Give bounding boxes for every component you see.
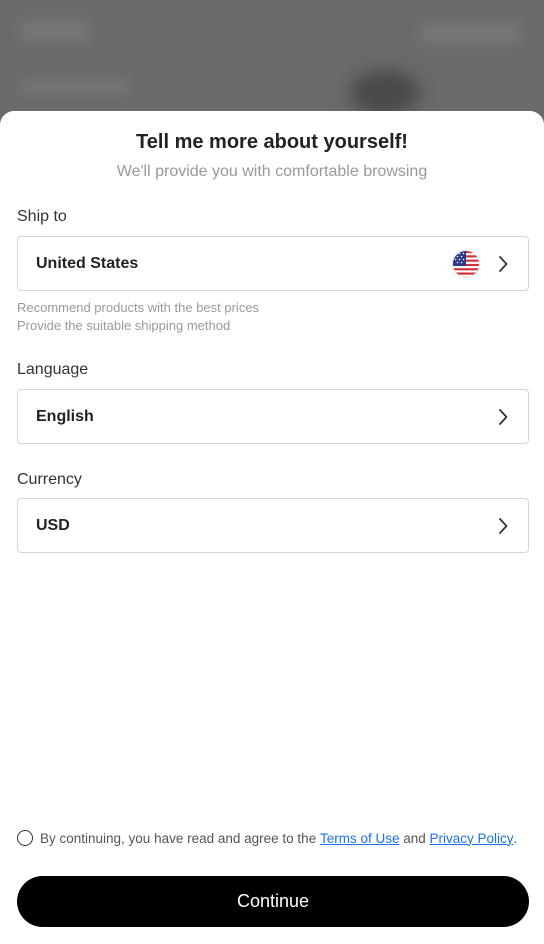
- us-flag-icon: [452, 249, 480, 278]
- background-blur-shape: [420, 22, 520, 44]
- chevron-right-icon: [496, 517, 510, 535]
- currency-selector[interactable]: USD: [17, 498, 529, 553]
- ship-to-hint-line: Provide the suitable shipping method: [17, 318, 231, 333]
- chevron-right-icon: [496, 255, 510, 273]
- preferences-bottom-sheet: Tell me more about yourself! We'll provi…: [0, 111, 544, 944]
- chevron-right-icon: [496, 408, 510, 426]
- ship-to-hint-line: Recommend products with the best prices: [17, 300, 260, 315]
- language-value: English: [36, 407, 94, 425]
- language-selector[interactable]: English: [17, 389, 529, 444]
- currency-value: USD: [36, 516, 70, 534]
- currency-label: Currency: [17, 471, 82, 488]
- agreement-and: and: [399, 830, 430, 846]
- ship-to-hint: Recommend products with the best prices …: [17, 299, 259, 335]
- terms-of-use-link[interactable]: Terms of Use: [320, 831, 400, 846]
- agreement-prefix: By continuing, you have read and agree t…: [40, 830, 320, 846]
- background-blur-shape: [350, 70, 420, 115]
- sheet-subtitle: We'll provide you with comfortable brows…: [116, 163, 428, 180]
- language-label: Language: [17, 361, 89, 378]
- ship-to-selector[interactable]: United States: [17, 236, 529, 291]
- agree-radio-button[interactable]: [17, 830, 33, 846]
- agreement-suffix: .: [513, 830, 518, 846]
- agreement-row: By continuing, you have read and agree t…: [17, 830, 517, 846]
- sheet-title: Tell me more about yourself!: [136, 131, 408, 153]
- ship-to-value: United States: [36, 254, 139, 272]
- background-blur-shape: [20, 80, 130, 94]
- ship-to-label: Ship to: [17, 208, 67, 225]
- privacy-policy-link[interactable]: Privacy Policy: [430, 831, 514, 846]
- continue-button[interactable]: Continue: [17, 876, 529, 927]
- background-blur-shape: [20, 20, 90, 42]
